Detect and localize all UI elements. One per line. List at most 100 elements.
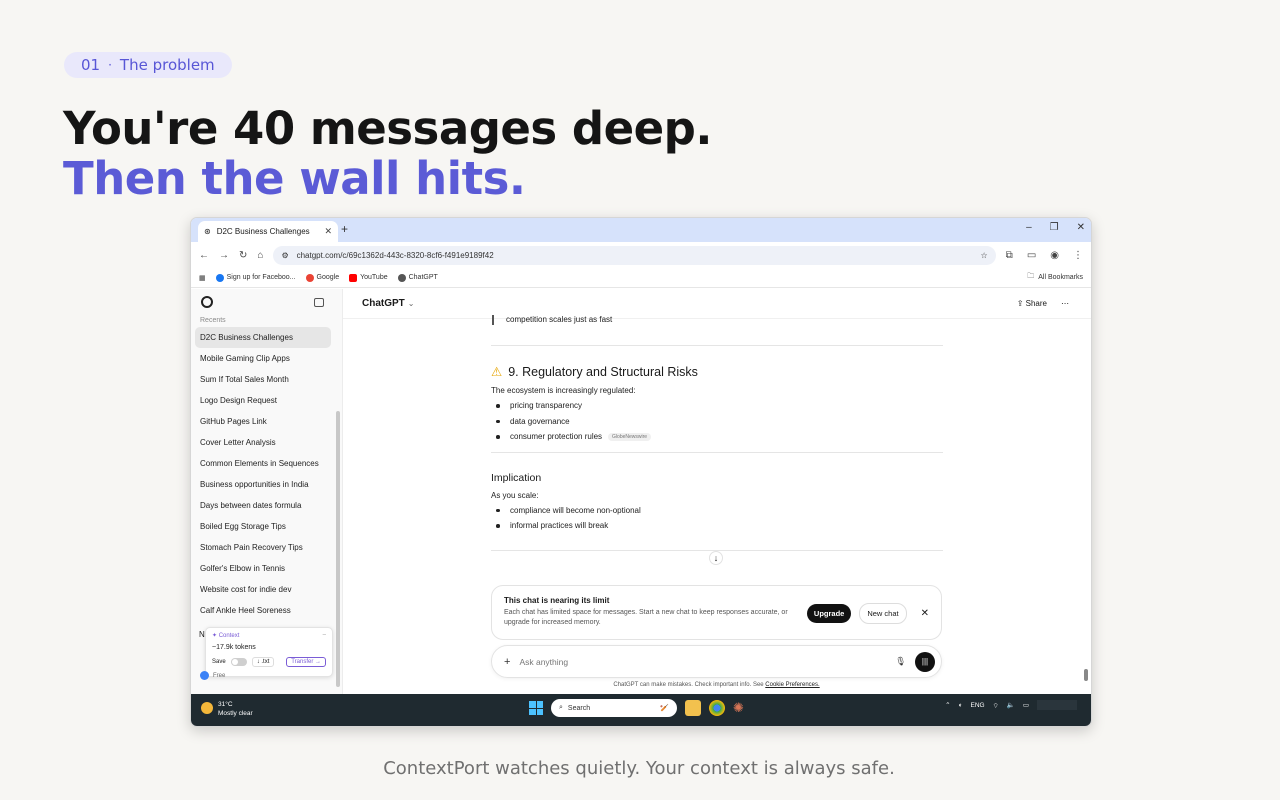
clock-area[interactable] — [1037, 700, 1077, 710]
volume-icon[interactable]: 🔈 — [1007, 701, 1015, 709]
home-icon[interactable]: ⌂ — [257, 250, 263, 261]
plus-icon[interactable]: + — [504, 656, 510, 668]
taskbar-apps: ⌕ Search 🏏 ✺ — [529, 699, 744, 717]
sidebar-chat-item[interactable]: Logo Design Request — [195, 390, 338, 411]
share-button[interactable]: ⇪ Share — [1017, 299, 1047, 308]
section-intro: The ecosystem is increasingly regulated: — [491, 386, 636, 395]
citation-badge[interactable]: GlobeNewswire — [608, 432, 652, 441]
share-icon: ⇪ — [1016, 299, 1024, 308]
sidebar-chat-item[interactable]: Business opportunities in India — [195, 474, 338, 495]
implication-heading: Implication — [491, 471, 542, 484]
separator-dot: · — [108, 58, 112, 72]
list-item: informal practices will break — [491, 518, 943, 534]
apps-grid-icon[interactable]: ▦ — [199, 274, 206, 282]
weather-widget[interactable]: 31°C Mostly clear — [201, 700, 253, 718]
sidebar-chat-item[interactable]: Calf Ankle Heel Soreness — [195, 600, 338, 621]
step-number: 01 — [81, 56, 101, 74]
list-item: compliance will become non-optional — [491, 503, 943, 519]
wifi-icon[interactable]: ⌔ — [993, 701, 999, 710]
message-composer[interactable]: + Ask anything 🎙 ||| — [491, 645, 942, 678]
tagline: ContextPort watches quietly. Your contex… — [383, 758, 895, 779]
user-account[interactable]: Free — [200, 671, 225, 680]
url-field[interactable]: ⚙ chatgpt.com/c/69c1362d-443c-8320-8cf6-… — [273, 245, 996, 265]
section-bullets: pricing transparency data governance con… — [491, 398, 943, 445]
sidebar-chat-item[interactable]: Stomach Pain Recovery Tips — [195, 537, 338, 558]
system-tray: ⌃ ◐ ENG ⌔ 🔈 ▭ — [945, 700, 1077, 710]
voice-mode-button[interactable]: ||| — [915, 651, 935, 672]
toolbar-right: ⧉ ▭ ◉ ⋮ — [1006, 250, 1083, 261]
bookmark-facebook[interactable]: Sign up for Faceboo... — [215, 273, 296, 282]
claude-icon[interactable]: ✺ — [733, 700, 744, 716]
reload-icon[interactable]: ↻ — [239, 250, 247, 261]
close-window-icon[interactable]: ✕ — [1077, 222, 1085, 233]
sidebar-chat-item[interactable]: Cover Letter Analysis — [195, 432, 338, 453]
facebook-icon — [215, 273, 224, 282]
sidebar-chat-item[interactable]: GitHub Pages Link — [195, 411, 338, 432]
chrome-icon[interactable] — [709, 700, 725, 716]
bookmark-youtube[interactable]: YouTube — [349, 273, 388, 282]
windows-start-icon[interactable] — [529, 701, 543, 715]
new-chat-button[interactable]: New chat — [859, 603, 907, 624]
microphone-icon[interactable]: 🎙 — [895, 656, 906, 667]
sidebar-toggle-icon[interactable] — [314, 297, 324, 307]
transfer-button[interactable]: Transfer → — [286, 657, 326, 667]
battery-icon[interactable]: ▭ — [1023, 701, 1029, 709]
widget-header: ✦ Context – — [212, 632, 326, 639]
temperature: 31°C — [218, 701, 233, 708]
cookie-preferences-link[interactable]: Cookie Preferences. — [765, 682, 819, 688]
upgrade-button[interactable]: Upgrade — [806, 604, 852, 623]
chevron-up-icon[interactable]: ⌃ — [945, 701, 950, 709]
bookmarks-bar: ▦ Sign up for Faceboo... Google YouTube … — [191, 268, 1091, 288]
browser-menu-icon[interactable]: ⋮ — [1073, 250, 1083, 261]
all-bookmarks[interactable]: 🗀 All Bookmarks — [1027, 272, 1083, 283]
extensions-icon[interactable]: ⧉ — [1006, 250, 1013, 261]
bookmark-star-icon[interactable]: ☆ — [981, 251, 988, 260]
address-bar: ← → ↻ ⌂ ⚙ chatgpt.com/c/69c1362d-443c-83… — [191, 242, 1091, 268]
save-toggle[interactable] — [230, 658, 247, 666]
youtube-icon — [349, 273, 358, 282]
bookmark-google[interactable]: Google — [305, 273, 339, 282]
browser-tab[interactable]: ⊛ D2C Business Challenges ✕ — [198, 221, 338, 242]
sidebar-chat-item-partial[interactable]: N — [199, 630, 205, 639]
taskbar-search[interactable]: ⌕ Search 🏏 — [551, 699, 677, 717]
sidebar-chat-item[interactable]: Days between dates formula — [195, 495, 338, 516]
scroll-to-bottom-icon[interactable]: ↓ — [709, 551, 723, 565]
weather-condition: Mostly clear — [218, 710, 253, 717]
new-tab-icon[interactable]: + — [341, 222, 348, 236]
tab-search-icon[interactable]: ▭ — [1027, 250, 1036, 261]
restore-icon[interactable]: ❐ — [1050, 222, 1059, 233]
search-highlight-icon: 🏏 — [660, 705, 669, 712]
tab-title: D2C Business Challenges — [216, 227, 310, 236]
minimize-icon[interactable]: – — [1026, 222, 1032, 233]
implication-bullets: compliance will become non-optional info… — [491, 503, 943, 534]
tray-app-icon[interactable]: ◐ — [959, 702, 963, 709]
close-icon[interactable]: ✕ — [921, 608, 929, 619]
composer-input[interactable]: Ask anything — [519, 657, 886, 667]
profile-icon[interactable]: ◉ — [1050, 250, 1059, 261]
model-selector[interactable]: ChatGPT ⌄ — [362, 298, 414, 309]
sidebar-chat-item[interactable]: Website cost for indie dev — [195, 579, 338, 600]
close-tab-icon[interactable]: ✕ — [324, 226, 332, 237]
site-info-icon[interactable]: ⚙ — [281, 251, 288, 260]
download-txt-button[interactable]: ↓ .txt — [251, 657, 275, 667]
chatgpt-favicon-icon: ⊛ — [204, 227, 211, 236]
sidebar-scrollbar[interactable] — [336, 411, 340, 687]
language-indicator[interactable]: ENG — [971, 702, 985, 709]
back-icon[interactable]: ← — [199, 250, 209, 261]
main-scrollbar[interactable] — [1084, 293, 1088, 691]
more-options-icon[interactable]: ⋯ — [1061, 299, 1069, 308]
list-item: consumer protection rules GlobeNewswire — [491, 429, 943, 445]
sidebar-chat-item[interactable]: Common Elements in Sequences — [195, 453, 338, 474]
sidebar-chat-item[interactable]: Boiled Egg Storage Tips — [195, 516, 338, 537]
openai-logo-icon[interactable] — [201, 296, 213, 308]
sidebar-chat-item[interactable]: Mobile Gaming Clip Apps — [195, 348, 338, 369]
sidebar-chat-item[interactable]: Sum If Total Sales Month — [195, 369, 338, 390]
sidebar-chat-item[interactable]: D2C Business Challenges — [195, 327, 331, 348]
file-explorer-icon[interactable] — [685, 700, 701, 716]
bookmark-chatgpt[interactable]: ChatGPT — [397, 273, 438, 282]
forward-icon[interactable]: → — [219, 250, 229, 261]
sidebar-chat-item[interactable]: Golfer's Elbow in Tennis — [195, 558, 338, 579]
collapse-icon[interactable]: – — [323, 632, 326, 639]
scrollbar-thumb[interactable] — [1084, 669, 1088, 681]
token-count: ~17.9k tokens — [212, 644, 256, 651]
